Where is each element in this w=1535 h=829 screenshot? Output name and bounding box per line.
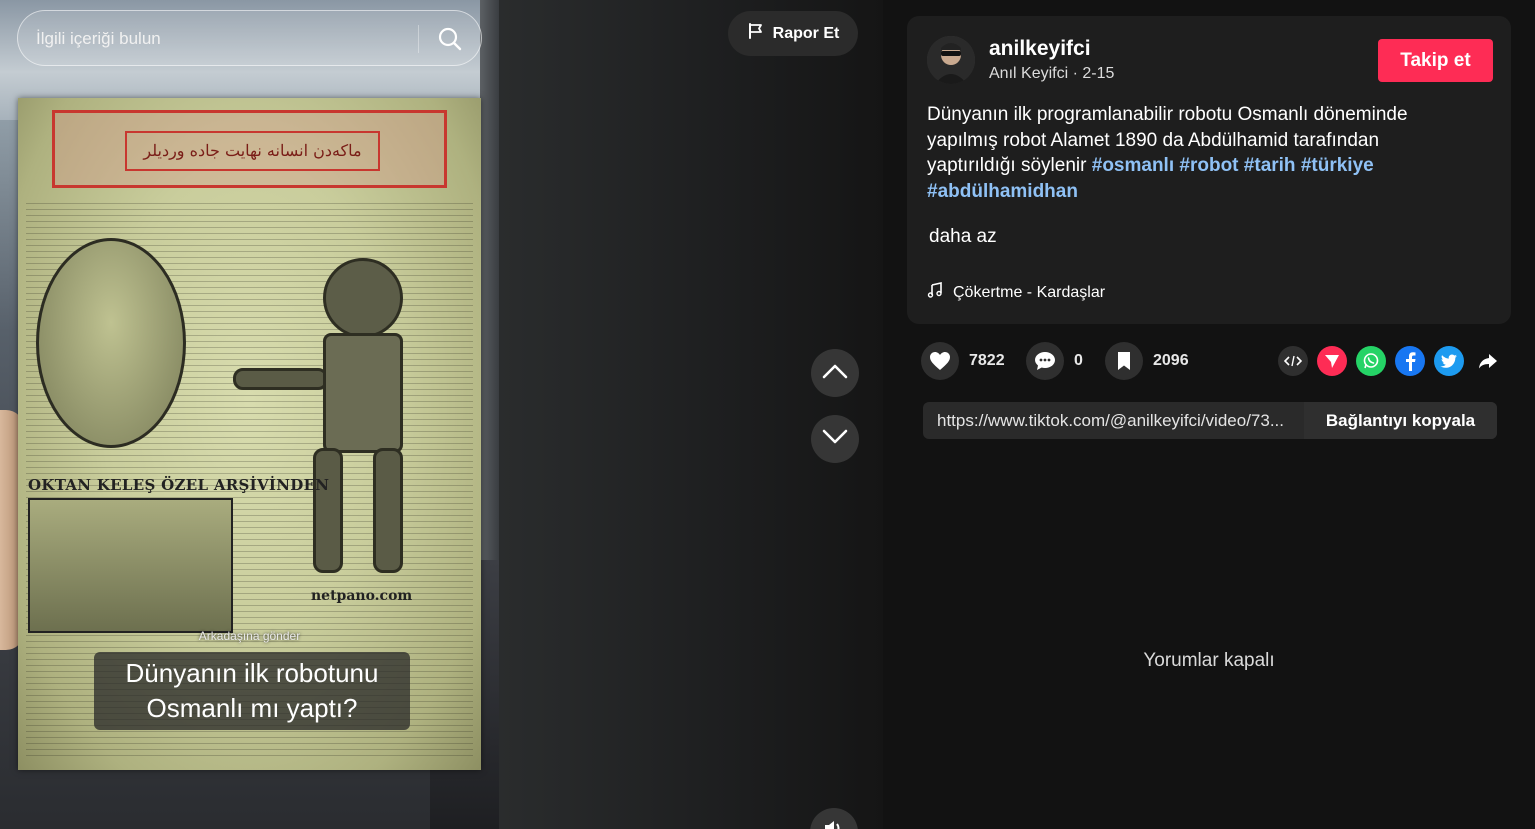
search-icon[interactable] (436, 25, 464, 53)
newspaper-header: ماكەدن انسانه نهايت جاده وردیلر (52, 110, 447, 188)
music-row[interactable]: Çökertme - Kardaşlar (927, 282, 1105, 303)
show-less-link[interactable]: daha az (929, 226, 997, 248)
twitter-icon[interactable] (1434, 346, 1464, 376)
video-link-text[interactable]: https://www.tiktok.com/@anilkeyifci/vide… (937, 411, 1303, 431)
previous-video-button[interactable] (811, 349, 859, 397)
save-button[interactable]: 2096 (1105, 342, 1189, 380)
search-divider (418, 25, 419, 53)
comments-disabled-message: Yorumlar kapalı (1143, 650, 1275, 671)
link-copy-row: https://www.tiktok.com/@anilkeyifci/vide… (923, 402, 1497, 439)
flag-icon (747, 22, 765, 45)
like-count: 7822 (969, 352, 1005, 369)
follow-button[interactable]: Takip et (1378, 39, 1493, 82)
video-caption-line2: Osmanlı mı yaptı? (146, 693, 358, 723)
robot-leg-right (373, 448, 403, 573)
robot-arm (233, 368, 328, 390)
whatsapp-icon[interactable] (1356, 346, 1386, 376)
newspaper-header-text: ماكەدن انسانه نهايت جاده وردیلر (125, 131, 380, 171)
hashtag-link[interactable]: #tarih (1244, 155, 1296, 176)
comment-count: 0 (1074, 352, 1083, 369)
robot-head (323, 258, 403, 338)
post-info-card: anilkeyifci Anıl Keyifci · 2-15 Takip et… (907, 16, 1511, 324)
author-subline: Anıl Keyifci · 2-15 (989, 65, 1114, 83)
report-button[interactable]: Rapor Et (728, 11, 858, 56)
comment-button[interactable]: 0 (1026, 342, 1083, 380)
share-arrow-icon[interactable] (1473, 346, 1503, 376)
author-username[interactable]: anilkeyifci (989, 37, 1091, 61)
send-to-friend-icon[interactable] (1317, 346, 1347, 376)
next-video-button[interactable] (811, 415, 859, 463)
subline-separator: · (1072, 65, 1083, 82)
facebook-icon[interactable] (1395, 346, 1425, 376)
search-input[interactable] (36, 26, 416, 52)
robot-leg-left (313, 448, 343, 573)
report-label: Rapor Et (772, 24, 840, 42)
chevron-up-icon (822, 363, 848, 384)
music-title: Çökertme - Kardaşlar (953, 283, 1106, 301)
comment-icon (1026, 342, 1064, 380)
share-icons (1278, 346, 1503, 376)
heart-icon (921, 342, 959, 380)
video-player[interactable]: ماكەدن انسانه نهايت جاده وردیلر OKTAN KE… (0, 0, 499, 829)
author-display-name[interactable]: Anıl Keyifci (989, 65, 1068, 82)
volume-icon (822, 818, 846, 829)
video-caption-line1: Dünyanın ilk robotunu (125, 658, 379, 688)
music-note-icon (927, 282, 943, 303)
bookmark-icon (1105, 342, 1143, 380)
robot-body (323, 333, 403, 453)
action-row: 7822 0 2096 (921, 342, 1501, 382)
newspaper-photo (28, 498, 233, 633)
newspaper-portrait (36, 238, 186, 448)
details-panel: anilkeyifci Anıl Keyifci · 2-15 Takip et… (883, 0, 1535, 829)
newspaper-site-label: netpano.com (311, 588, 413, 604)
hashtag-link[interactable]: #osmanlı (1092, 155, 1174, 176)
copy-link-button[interactable]: Bağlantıyı kopyala (1304, 402, 1497, 439)
hashtag-link[interactable]: #robot (1179, 155, 1238, 176)
post-date: 2-15 (1082, 65, 1115, 82)
send-to-friend-label: Arkadaşına gönder (198, 629, 301, 643)
chevron-down-icon (822, 429, 848, 450)
like-button[interactable]: 7822 (921, 342, 1005, 380)
search-box (17, 10, 482, 66)
video-caption: Dünyanın ilk robotunu Osmanlı mı yaptı? (94, 652, 410, 730)
hashtag-link[interactable]: #türkiye (1301, 155, 1374, 176)
hashtag-link[interactable]: #abdülhamidhan (927, 181, 1078, 202)
save-count: 2096 (1153, 352, 1189, 369)
video-area: ماكەدن انسانه نهايت جاده وردیلر OKTAN KE… (0, 0, 883, 829)
newspaper-robot-illustration (233, 248, 413, 578)
post-description: Dünyanın ilk programlanabilir robotu Osm… (927, 102, 1467, 204)
newspaper-archive-label: OKTAN KELEŞ ÖZEL ARŞİVİNDEN (28, 476, 330, 494)
embed-icon[interactable] (1278, 346, 1308, 376)
tiktok-video-page: ماكەدن انسانه نهايت جاده وردیلر OKTAN KE… (0, 0, 1535, 829)
avatar[interactable] (927, 36, 975, 84)
